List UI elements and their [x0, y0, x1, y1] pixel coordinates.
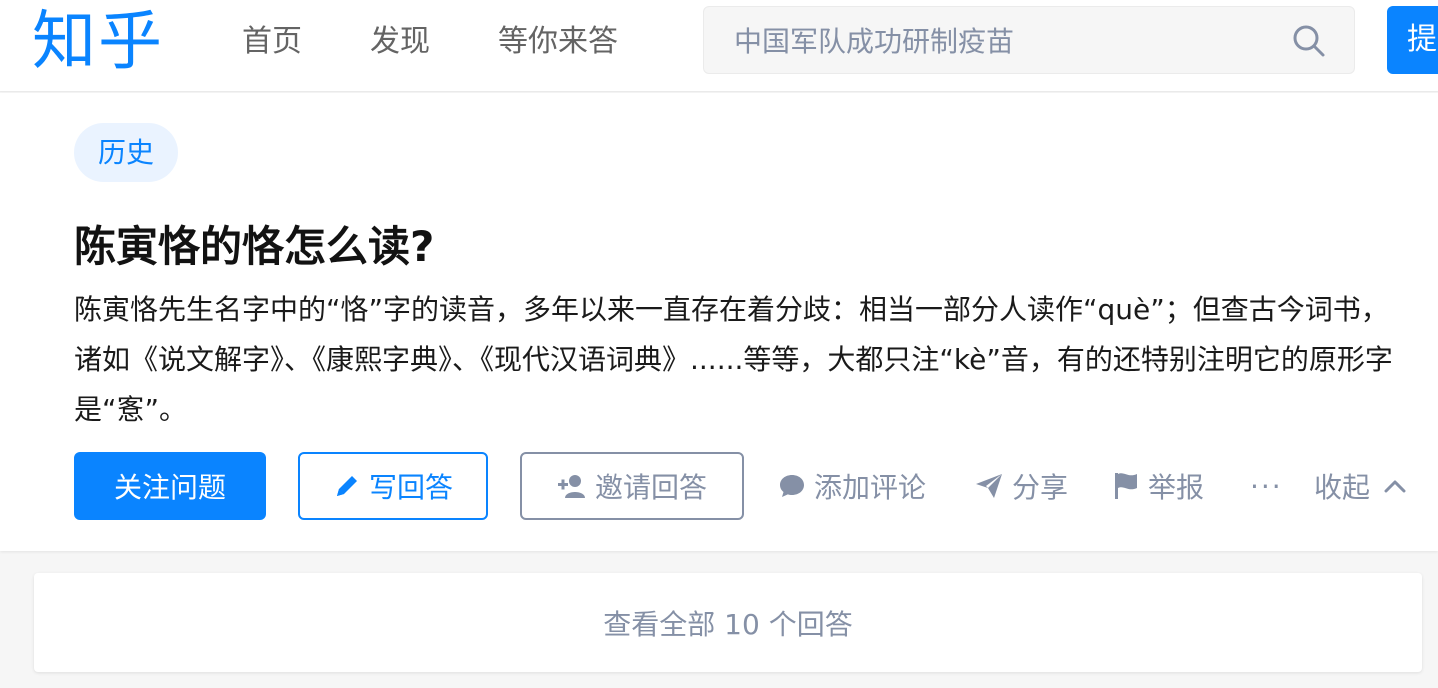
view-all-answers-button[interactable]: 查看全部 10 个回答 — [34, 573, 1422, 672]
collapse-label: 收起 — [1314, 471, 1371, 504]
share-label: 分享 — [1012, 471, 1069, 504]
nav-discover[interactable]: 发现 — [370, 22, 430, 62]
follow-question-button[interactable]: 关注问题 — [74, 452, 266, 520]
question-title: 陈寅恪的恪怎么读? — [74, 222, 435, 271]
top-header: 知乎 首页 发现 等你来答 提问 — [0, 0, 1438, 92]
nav-home[interactable]: 首页 — [242, 22, 302, 62]
ask-question-button[interactable]: 提问 — [1387, 6, 1438, 74]
flag-icon — [1115, 473, 1137, 499]
comment-icon — [780, 475, 804, 497]
collapse-button[interactable]: 收起 — [1314, 452, 1414, 520]
topic-tag[interactable]: 历史 — [74, 123, 179, 182]
view-all-answers-label: 查看全部 10 个回答 — [603, 607, 853, 641]
chevron-up-icon — [1384, 480, 1406, 493]
main-nav: 首页 发现 等你来答 — [242, 22, 686, 62]
search-input[interactable] — [734, 21, 1274, 61]
paper-plane-icon — [976, 474, 1002, 498]
follow-question-label: 关注问题 — [113, 471, 226, 504]
pencil-icon — [336, 476, 357, 496]
share-button[interactable]: 分享 — [974, 452, 1068, 520]
zhihu-logo[interactable]: 知乎 — [32, 2, 164, 82]
report-label: 举报 — [1148, 471, 1205, 504]
search-icon[interactable] — [1292, 24, 1326, 58]
more-options-button[interactable]: ··· — [1250, 452, 1283, 520]
add-comment-label: 添加评论 — [814, 471, 927, 504]
invite-answer-label: 邀请回答 — [594, 471, 707, 504]
question-actions: 关注问题 写回答 邀请回答 添加评论 分享 举报 ··· 收起 — [74, 452, 1434, 520]
report-button[interactable]: 举报 — [1112, 452, 1204, 520]
write-answer-label: 写回答 — [368, 471, 453, 504]
question-card: 历史 陈寅恪的恪怎么读? 陈寅恪先生名字中的“恪”字的读音，多年以来一直存在着分… — [0, 93, 1438, 551]
write-answer-button[interactable]: 写回答 — [298, 452, 488, 520]
add-comment-button[interactable]: 添加评论 — [778, 452, 926, 520]
invite-answer-button[interactable]: 邀请回答 — [520, 452, 744, 520]
question-detail: 陈寅恪先生名字中的“恪”字的读音，多年以来一直存在着分歧：相当一部分人读作“qu… — [74, 293, 1393, 426]
add-user-icon — [557, 475, 585, 498]
search-box — [703, 6, 1355, 74]
nav-waiting-answers[interactable]: 等你来答 — [498, 22, 618, 62]
